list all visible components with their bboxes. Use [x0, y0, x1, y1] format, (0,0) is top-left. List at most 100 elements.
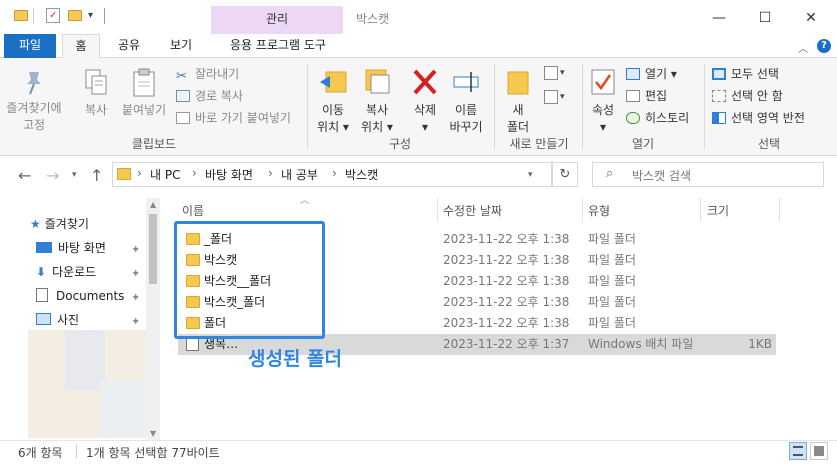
- paste-button[interactable]: 붙여넣기: [118, 68, 170, 119]
- details-view-icon: [793, 446, 803, 456]
- scroll-down-icon[interactable]: ▼: [150, 429, 156, 438]
- copy-to-icon: [362, 66, 392, 98]
- help-icon[interactable]: ?: [817, 39, 831, 53]
- properties-qat-icon[interactable]: ✓: [46, 8, 60, 23]
- rename-icon: [451, 66, 481, 98]
- back-icon[interactable]: ←: [18, 166, 31, 185]
- collapse-ribbon-icon[interactable]: ︿: [798, 40, 808, 55]
- scroll-thumb[interactable]: [149, 214, 157, 284]
- forward-icon[interactable]: →: [46, 166, 59, 185]
- selection-info: 1개 항목 선택함 77바이트: [86, 446, 220, 460]
- move-to-icon: [318, 66, 348, 98]
- new-folder-qat-icon[interactable]: [68, 10, 82, 21]
- column-header-size[interactable]: 크기: [707, 200, 729, 222]
- pin-icon: [21, 68, 47, 96]
- move-to-button[interactable]: 이동 위치 ▾: [312, 66, 354, 136]
- breadcrumb-this-pc[interactable]: 내 PC: [150, 166, 180, 183]
- rename-button[interactable]: 이름 바꾸기: [444, 66, 488, 136]
- scroll-up-icon[interactable]: ▲: [150, 200, 156, 209]
- select-all-button[interactable]: 모두 선택: [712, 64, 779, 85]
- invert-selection-button[interactable]: 선택 영역 반전: [712, 108, 805, 129]
- column-header-name[interactable]: 이름: [182, 200, 204, 222]
- column-header-type[interactable]: 유형: [588, 200, 610, 222]
- new-folder-icon: [506, 66, 530, 98]
- dropdown-arrow-icon[interactable]: ▾: [560, 68, 565, 78]
- history-button[interactable]: 히스토리: [626, 108, 689, 129]
- pin-to-quick-access-button[interactable]: 즐겨찾기에 고정: [6, 68, 62, 134]
- easy-access-icon[interactable]: [544, 90, 558, 104]
- delete-x-icon: [410, 66, 440, 98]
- breadcrumb-current[interactable]: 박스캣: [345, 166, 378, 183]
- divider: [582, 198, 583, 222]
- shortcut-icon: [176, 112, 190, 124]
- cut-button[interactable]: ✂ 잘라내기: [176, 64, 239, 85]
- properties-button[interactable]: 속성 ▾: [586, 66, 620, 136]
- group-label: 선택: [757, 137, 781, 151]
- details-view-button[interactable]: [789, 442, 807, 460]
- large-icons-view-button[interactable]: [810, 442, 828, 460]
- divider: [582, 64, 583, 150]
- tab-file[interactable]: 파일: [4, 34, 56, 58]
- divider: [76, 444, 77, 458]
- new-folder-button[interactable]: 새 폴더: [500, 66, 536, 136]
- clipboard-icon: [130, 68, 158, 98]
- refresh-icon: ↻: [559, 167, 571, 182]
- star-icon: ★: [30, 217, 41, 231]
- column-header-date[interactable]: 수정한 날짜: [443, 200, 502, 222]
- group-label: 새로 만들기: [509, 137, 569, 151]
- group-label: 열기: [631, 137, 655, 151]
- download-icon: ⬇: [36, 265, 47, 279]
- copy-button[interactable]: 복사: [76, 68, 116, 119]
- qat-dropdown-icon[interactable]: ▾: [88, 10, 93, 21]
- edit-button[interactable]: 편집: [626, 86, 667, 107]
- maximize-button[interactable]: ☐: [742, 4, 788, 32]
- select-none-button[interactable]: 선택 안 함: [712, 86, 783, 107]
- divider: [104, 8, 105, 24]
- nav-pictures[interactable]: 사진: [36, 308, 79, 326]
- minimize-button[interactable]: —: [696, 4, 742, 32]
- history-icon: [626, 112, 640, 124]
- annotation-label: 생성된 폴더: [248, 348, 343, 370]
- divider: [779, 198, 780, 222]
- tab-share[interactable]: 공유: [106, 34, 152, 58]
- nav-scrollbar[interactable]: ▲ ▼: [146, 198, 160, 440]
- divider: [700, 198, 701, 222]
- nav-documents[interactable]: Documents: [36, 284, 124, 308]
- dropdown-arrow-icon[interactable]: ▾: [560, 92, 565, 102]
- search-icon: ⌕: [606, 166, 614, 181]
- pin-icon[interactable]: ✦: [131, 243, 140, 256]
- open-button[interactable]: 열기 ▾: [626, 64, 677, 85]
- nav-downloads[interactable]: ⬇ 다운로드: [36, 260, 96, 284]
- new-item-icon[interactable]: [544, 66, 558, 80]
- pin-icon[interactable]: ✦: [131, 267, 140, 280]
- paste-shortcut-button[interactable]: 바로 가기 붙여넣기: [176, 108, 291, 129]
- address-dropdown-icon[interactable]: ▾: [528, 170, 533, 180]
- batch-file-icon: [186, 338, 199, 351]
- breadcrumb-separator: ›: [137, 166, 142, 180]
- tab-home[interactable]: 홈: [62, 34, 100, 59]
- context-tab-manage[interactable]: 관리: [211, 6, 343, 34]
- copy-icon: [83, 68, 109, 98]
- pin-icon[interactable]: ✦: [131, 291, 140, 304]
- delete-button[interactable]: 삭제 ▾: [404, 66, 446, 136]
- path-icon: [176, 90, 190, 102]
- pin-icon[interactable]: ✦: [131, 315, 140, 328]
- breadcrumb-desktop[interactable]: 바탕 화면: [205, 166, 253, 183]
- search-input[interactable]: [592, 162, 824, 187]
- tab-view[interactable]: 보기: [158, 34, 204, 58]
- recent-dropdown-icon[interactable]: ▾: [72, 170, 77, 180]
- group-select: 모두 선택 선택 안 함 선택 영역 반전 선택: [706, 62, 832, 154]
- group-open: 속성 ▾ 열기 ▾ 편집 히스토리 열기: [584, 62, 702, 154]
- close-button[interactable]: ✕: [788, 4, 834, 32]
- nav-quick-access[interactable]: ★ 즐겨찾기: [30, 212, 89, 236]
- breadcrumb-my-study[interactable]: 내 공부: [281, 166, 318, 183]
- nav-desktop[interactable]: 바탕 화면: [36, 236, 106, 260]
- up-icon[interactable]: ↑: [90, 166, 103, 185]
- blurred-region: [100, 380, 146, 438]
- edit-icon: [626, 90, 640, 102]
- tab-app-tools[interactable]: 응용 프로그램 도구: [214, 34, 342, 58]
- copy-to-button[interactable]: 복사 위치 ▾: [356, 66, 398, 136]
- refresh-button[interactable]: ↻: [552, 162, 578, 187]
- group-label: 클립보드: [131, 137, 177, 151]
- copy-path-button[interactable]: 경로 복사: [176, 86, 243, 107]
